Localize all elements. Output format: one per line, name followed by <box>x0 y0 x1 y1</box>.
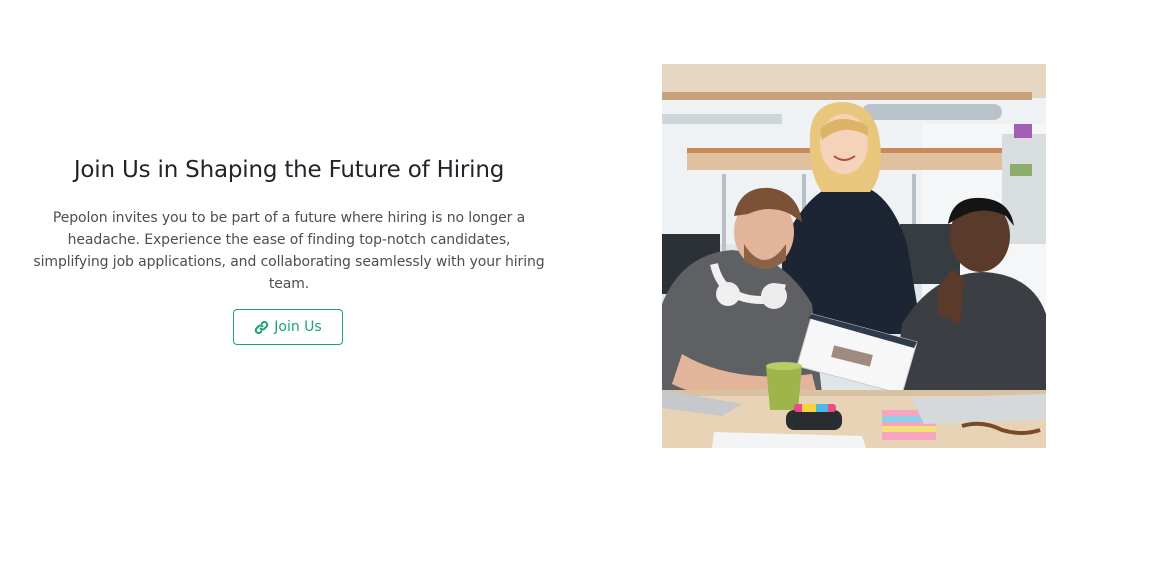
join-us-text-block: Join Us in Shaping the Future of Hiring … <box>30 150 548 295</box>
team-collaboration-photo <box>662 64 1046 448</box>
join-us-button-label: Join Us <box>274 319 322 335</box>
link-icon <box>254 320 269 335</box>
section-title: Join Us in Shaping the Future of Hiring <box>73 157 505 183</box>
section-description: Pepolon invites you to be part of a futu… <box>33 210 545 292</box>
join-us-section: Join Us in Shaping the Future of Hiring … <box>0 0 1158 581</box>
join-us-button[interactable]: Join Us <box>233 309 343 345</box>
